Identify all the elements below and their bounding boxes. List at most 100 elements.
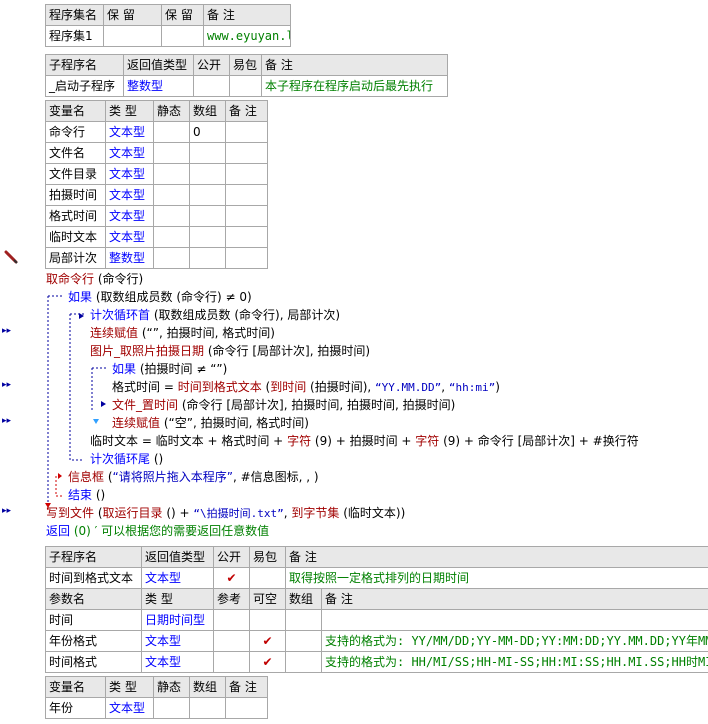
table-row[interactable]: 程序集1 www.eyuyan.la [45,25,291,47]
var-type[interactable]: 文本型 [105,184,154,206]
var-type[interactable]: 文本型 [105,121,154,143]
table-row[interactable]: 年份 文本型 [45,697,268,719]
param-name[interactable]: 年份格式 [45,630,142,652]
var-name[interactable]: 拍摄时间 [45,184,106,206]
code-line[interactable]: 如果 (取数组成员数 (命令行) ≠ 0) [68,288,252,306]
table-row[interactable]: _启动子程序 整数型 本子程序在程序启动后最先执行 [45,75,448,97]
breakpoint-arrow-icon[interactable]: ▸▸ [2,506,11,516]
cell[interactable] [189,226,226,248]
cell[interactable] [189,697,226,719]
code-line[interactable]: 返回 (0) ′ 可以根据您的需要返回任意数值 [46,522,269,540]
sub-note[interactable]: 取得按照一定格式排列的日期时间 [285,567,708,589]
table-row[interactable]: 拍摄时间 文本型 [45,184,268,206]
cell[interactable] [153,697,190,719]
table-row[interactable]: 时间格式 文本型 ✔ 支持的格式为: HH/MI/SS;HH-MI-SS;HH:MI:… [45,651,708,673]
var-name[interactable]: 临时文本 [45,226,106,248]
code-line[interactable]: 如果 (拍摄时间 ≠ “”) [112,360,227,378]
table-row[interactable]: 命令行 文本型 0 [45,121,268,143]
nullable-checkmark-icon[interactable] [249,609,286,631]
table-row[interactable]: 时间到格式文本 文本型 ✔ 取得按照一定格式排列的日期时间 [45,567,708,589]
cell[interactable] [225,205,268,227]
sub-name[interactable]: 时间到格式文本 [45,567,142,589]
var-name[interactable]: 文件名 [45,142,106,164]
cell[interactable] [153,163,190,185]
cell[interactable] [161,25,204,47]
code-line[interactable]: 取命令行 (命令行) [46,270,143,288]
table-row[interactable]: 格式时间 文本型 [45,205,268,227]
cell[interactable] [153,121,190,143]
code-line[interactable]: 连续赋值 (“空”, 拍摄时间, 格式时间) [112,414,309,432]
cell[interactable] [189,184,226,206]
cell[interactable] [225,247,268,269]
cell[interactable] [285,651,322,673]
var-type[interactable]: 文本型 [105,163,154,185]
cell[interactable] [225,163,268,185]
cell[interactable] [189,163,226,185]
table-row[interactable]: 局部计次 整数型 [45,247,268,269]
var-type[interactable]: 文本型 [105,142,154,164]
param-type[interactable]: 日期时间型 [141,609,214,631]
cell[interactable] [225,121,268,143]
code-line[interactable]: 格式时间 = 时间到格式文本 (到时间 (拍摄时间), “YY.MM.DD”, … [112,378,500,397]
cell[interactable] [229,75,262,97]
program-set-name[interactable]: 程序集1 [45,25,104,47]
cell[interactable] [225,184,268,206]
cell[interactable] [213,651,250,673]
var-type[interactable]: 文本型 [105,226,154,248]
cell[interactable] [189,142,226,164]
code-line[interactable]: 图片_取照片拍摄日期 (命令行 [局部计次], 拍摄时间) [90,342,370,360]
cell[interactable]: 0 [189,121,226,143]
cell[interactable] [225,697,268,719]
code-line[interactable]: 写到文件 (取运行目录 () + “\拍摄时间.txt”, 到字节集 (临时文本… [46,504,405,523]
cell[interactable] [225,142,268,164]
var-type[interactable]: 文本型 [105,205,154,227]
code-line[interactable]: 信息框 (“请将照片拖入本程序”, #信息图标, , ) [68,468,319,486]
cell[interactable] [153,205,190,227]
param-type[interactable]: 文本型 [141,651,214,673]
nullable-checkmark-icon[interactable]: ✔ [249,630,286,652]
code-line[interactable]: 临时文本 = 临时文本 + 格式时间 + 字符 (9) + 拍摄时间 + 字符 … [90,432,639,450]
param-note[interactable]: 支持的格式为: YY/MM/DD;YY-MM-DD;YY:MM:DD;YY.MM… [321,630,708,652]
param-type[interactable]: 文本型 [141,630,214,652]
param-name[interactable]: 时间格式 [45,651,142,673]
var-name[interactable]: 局部计次 [45,247,106,269]
cell[interactable] [213,630,250,652]
code-line[interactable]: 结束 () [68,486,105,504]
cell[interactable] [153,142,190,164]
cell[interactable] [189,247,226,269]
sub-name[interactable]: _启动子程序 [45,75,124,97]
cell[interactable] [153,247,190,269]
return-type[interactable]: 文本型 [141,567,214,589]
program-set-note[interactable]: www.eyuyan.la [203,25,291,47]
var-name[interactable]: 年份 [45,697,106,719]
cell[interactable] [103,25,162,47]
var-type[interactable]: 整数型 [105,247,154,269]
breakpoint-arrow-icon[interactable]: ▸▸ [2,380,11,390]
code-line[interactable]: 计次循环首 (取数组成员数 (命令行), 局部计次) [90,306,340,324]
sub-note[interactable]: 本子程序在程序启动后最先执行 [261,75,448,97]
cell[interactable] [153,184,190,206]
breakpoint-arrow-icon[interactable]: ▸▸ [2,326,11,336]
cell[interactable] [189,205,226,227]
var-name[interactable]: 命令行 [45,121,106,143]
cell[interactable] [225,226,268,248]
table-row[interactable]: 年份格式 文本型 ✔ 支持的格式为: YY/MM/DD;YY-MM-DD;YY:MM:… [45,630,708,652]
cell[interactable] [193,75,230,97]
code-line[interactable]: 文件_置时间 (命令行 [局部计次], 拍摄时间, 拍摄时间, 拍摄时间) [112,396,455,414]
return-type[interactable]: 整数型 [123,75,194,97]
var-name[interactable]: 文件目录 [45,163,106,185]
var-type[interactable]: 文本型 [105,697,154,719]
param-note[interactable]: 支持的格式为: HH/MI/SS;HH-MI-SS;HH:MI:SS;HH.MI… [321,651,708,673]
breakpoint-arrow-icon[interactable]: ▸▸ [2,416,11,426]
param-note[interactable] [321,609,708,631]
table-row[interactable]: 文件名 文本型 [45,142,268,164]
code-line[interactable]: 连续赋值 (“”, 拍摄时间, 格式时间) [90,324,275,342]
param-name[interactable]: 时间 [45,609,142,631]
cell[interactable] [213,609,250,631]
cell[interactable] [285,630,322,652]
cell[interactable] [153,226,190,248]
nullable-checkmark-icon[interactable]: ✔ [249,651,286,673]
cell[interactable] [249,567,286,589]
table-row[interactable]: 临时文本 文本型 [45,226,268,248]
table-row[interactable]: 文件目录 文本型 [45,163,268,185]
